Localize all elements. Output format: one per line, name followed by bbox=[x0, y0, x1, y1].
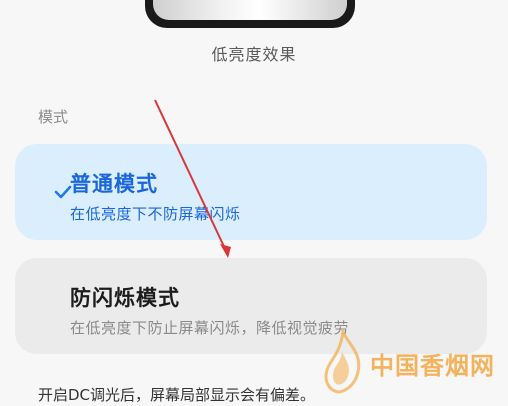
watermark-text: 中国香烟网 bbox=[370, 352, 495, 380]
low-brightness-preview bbox=[145, 0, 355, 28]
mode-section-label: 模式 bbox=[38, 108, 69, 126]
dc-dimming-note: 开启DC调光后，屏幕局部显示会有偏差。 bbox=[38, 386, 316, 404]
flame-logo-icon bbox=[324, 328, 361, 394]
anti-flicker-mode-description: 在低亮度下防止屏幕闪烁，降低视觉疲劳 bbox=[70, 319, 350, 337]
preview-screen bbox=[153, 0, 347, 20]
site-watermark: 中国香烟网 bbox=[318, 328, 503, 398]
normal-mode-title: 普通模式 bbox=[70, 172, 158, 196]
normal-mode-description: 在低亮度下不防屏幕闪烁 bbox=[70, 205, 241, 223]
anti-flicker-mode-title: 防闪烁模式 bbox=[70, 286, 180, 310]
preview-caption: 低亮度效果 bbox=[211, 45, 297, 64]
normal-mode-option[interactable]: 普通模式 在低亮度下不防屏幕闪烁 bbox=[15, 144, 487, 240]
